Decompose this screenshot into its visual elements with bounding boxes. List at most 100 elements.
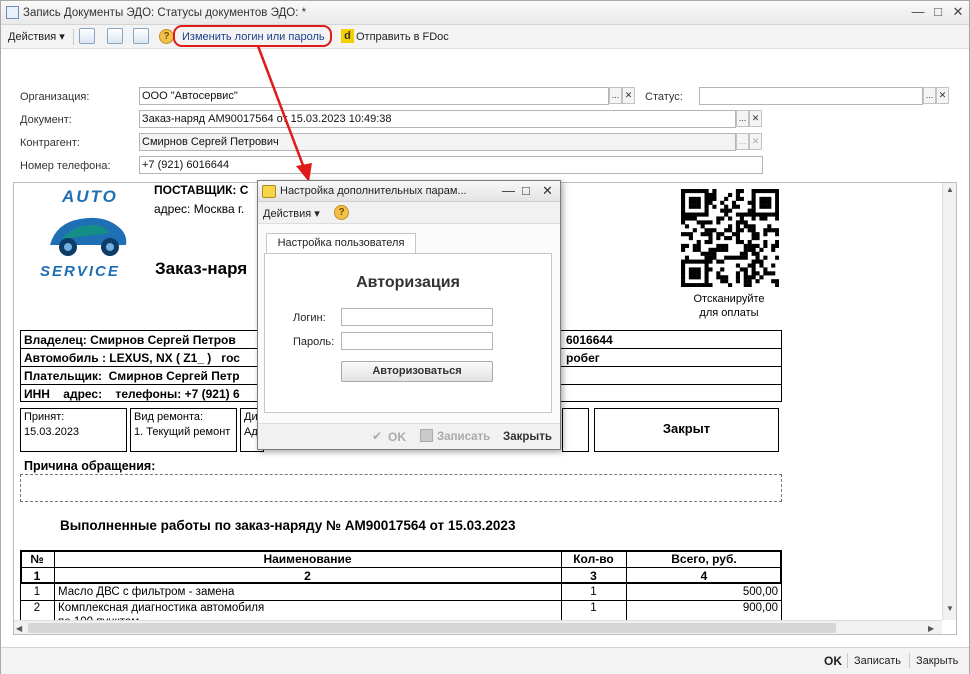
contr-label: Контрагент: <box>20 137 80 149</box>
mileage-tail: робег <box>566 351 600 365</box>
dialog-help-icon[interactable]: ? <box>334 205 349 220</box>
inn-text: ИНН адрес: телефоны: +7 (921) 6 <box>24 387 240 401</box>
password-input[interactable] <box>341 332 493 350</box>
horizontal-scrollbar[interactable]: ◀ ▶ <box>14 620 942 634</box>
dialog-actions-menu[interactable]: Действия ▾ <box>263 207 320 220</box>
annotation-highlight <box>173 25 332 47</box>
authorize-button[interactable]: Авторизоваться <box>341 361 493 382</box>
supplier-text: ПОСТАВЩИК: С <box>154 183 249 197</box>
qr-code <box>681 189 779 287</box>
row-name: Масло ДВС с фильтром - замена <box>58 586 235 598</box>
dialog-footer: ✔ OK Записать Закрыть <box>258 423 560 449</box>
status-field[interactable] <box>699 87 923 105</box>
repair-label: Вид ремонта: <box>134 411 204 423</box>
phone-label: Номер телефона: <box>20 160 111 172</box>
settings-dialog: Настройка дополнительных парам... — □ ✕ … <box>257 180 561 450</box>
copy-icon[interactable] <box>133 28 149 44</box>
row-num: 2 <box>33 602 41 614</box>
company-logo: AUTO SERVICE <box>36 187 140 280</box>
window-title: Запись Документы ЭДО: Статусы документов… <box>23 7 307 19</box>
doc-field[interactable]: Заказ-наряд АМ90017564 от 15.03.2023 10:… <box>139 110 736 128</box>
footer-bar: OK Записать Закрыть <box>1 647 969 674</box>
owner-text: Владелец: Смирнов Сергей Петров <box>24 333 236 347</box>
login-input[interactable] <box>341 308 493 326</box>
accepted-cell: Принят: 15.03.2023 <box>20 408 127 452</box>
tab-panel: Авторизация Логин: Пароль: Авторизоватьс… <box>264 253 552 413</box>
contr-field[interactable]: Смирнов Сергей Петрович <box>139 133 736 151</box>
car-icon <box>50 217 127 256</box>
app-icon <box>6 6 19 19</box>
car-text: Автомобиль : LEXUS, NX ( Z1_ ) гос <box>24 351 240 365</box>
contr-clear-button[interactable]: ✕ <box>749 133 762 150</box>
minimize-icon[interactable]: — <box>911 5 925 19</box>
org-field[interactable]: ООО "Автосервис" <box>139 87 609 105</box>
payer-text: Плательщик: Смирнов Сергей Петр <box>24 369 240 383</box>
address-text: адрес: Москва г. <box>154 202 245 216</box>
order-title: Заказ-наря <box>155 259 248 278</box>
dialog-close-icon[interactable]: ✕ <box>542 183 553 199</box>
status-clear-button[interactable]: ✕ <box>936 87 949 104</box>
separator <box>847 653 848 668</box>
password-label: Пароль: <box>293 336 335 348</box>
reason-label: Причина обращения: <box>24 459 156 473</box>
org-clear-button[interactable]: ✕ <box>622 87 635 104</box>
scroll-up-icon[interactable]: ▲ <box>946 185 954 194</box>
send-fdoc-button[interactable]: Отправить в FDoc <box>356 29 449 45</box>
scroll-thumb[interactable] <box>28 623 836 633</box>
post-and-close-icon[interactable] <box>79 28 95 44</box>
ok-check-icon: ✔ <box>372 429 383 443</box>
tab-label: Настройка пользователя <box>277 237 405 249</box>
dialog-settings-icon <box>262 185 276 198</box>
footer-ok-button[interactable]: OK <box>824 654 842 668</box>
accepted-label: Принят: <box>24 411 65 423</box>
title-bar: Запись Документы ЭДО: Статусы документов… <box>1 1 969 25</box>
dialog-title: Настройка дополнительных парам... <box>280 185 467 197</box>
row-qty: 1 <box>590 586 597 598</box>
dialog-maximize-icon[interactable]: □ <box>522 183 530 198</box>
row-qty: 1 <box>590 602 597 614</box>
repair-cell: Вид ремонта: 1. Текущий ремонт <box>130 408 237 452</box>
th-name: Наименование <box>263 552 352 566</box>
dialog-minimize-icon[interactable]: — <box>502 183 515 198</box>
qr-caption-1: Отсканируйте <box>693 293 765 305</box>
separator <box>73 29 74 45</box>
contr-select-button[interactable]: ... <box>736 133 749 150</box>
scroll-left-icon[interactable]: ◀ <box>16 624 22 633</box>
row-total: 900,00 <box>742 602 778 614</box>
qr-caption-2: для оплаты <box>699 307 759 319</box>
save-icon[interactable] <box>107 28 123 44</box>
scroll-right-icon[interactable]: ▶ <box>928 624 934 633</box>
repair-value: 1. Текущий ремонт <box>134 426 231 438</box>
row-name: Комплексная диагностика автомобиля <box>58 602 265 614</box>
owner-phone-tail: 6016644 <box>566 333 613 347</box>
tab-user-settings[interactable]: Настройка пользователя <box>266 233 416 253</box>
doc-select-button[interactable]: ... <box>736 110 749 127</box>
reason-box <box>20 474 782 502</box>
status-select-button[interactable]: ... <box>923 87 936 104</box>
login-label: Логин: <box>293 312 326 324</box>
dialog-title-bar: Настройка дополнительных парам... — □ ✕ <box>258 181 560 202</box>
vertical-scrollbar[interactable]: ▲ ▼ <box>942 183 956 620</box>
footer-close-button[interactable]: Закрыть <box>916 655 958 667</box>
status-label: Статус: <box>645 91 683 103</box>
help-icon[interactable]: ? <box>159 29 174 44</box>
doc-clear-button[interactable]: ✕ <box>749 110 762 127</box>
footer-save-button[interactable]: Записать <box>854 655 901 667</box>
row-num: 1 <box>33 586 41 598</box>
row-total: 500,00 <box>742 586 778 598</box>
th-colnum-2: 2 <box>304 569 311 583</box>
dialog-close-button[interactable]: Закрыть <box>503 431 552 443</box>
actions-menu[interactable]: Действия ▾ <box>8 29 65 45</box>
org-select-button[interactable]: ... <box>609 87 622 104</box>
logo-text-top: AUTO <box>62 187 118 206</box>
phone-field[interactable]: +7 (921) 6016644 <box>139 156 763 174</box>
scroll-down-icon[interactable]: ▼ <box>946 604 954 613</box>
separator <box>909 653 910 668</box>
toolbar: Действия ▾ ? Изменить логин или пароль d… <box>1 25 969 49</box>
close-icon[interactable]: ✕ <box>951 5 965 19</box>
works-title: Выполненные работы по заказ-наряду № АМ9… <box>60 518 516 533</box>
maximize-icon[interactable]: □ <box>931 5 945 19</box>
dialog-save-button[interactable]: Записать <box>437 431 490 443</box>
dialog-ok-button[interactable]: OK <box>388 430 406 444</box>
save-disk-icon <box>420 429 433 442</box>
